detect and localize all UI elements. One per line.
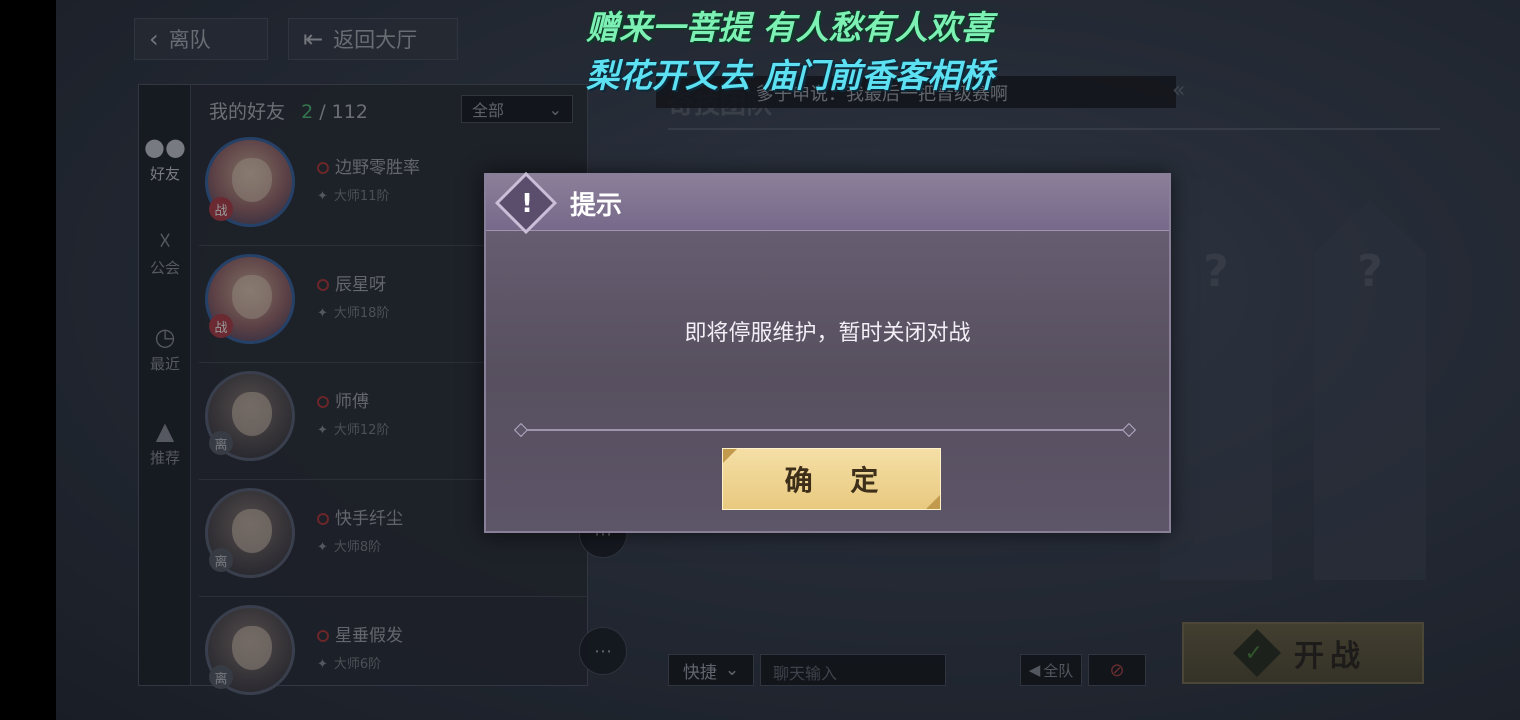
confirm-label: 确 定 [784, 464, 893, 497]
dialog-title: 提示 [570, 191, 623, 221]
lyrics-overlay: 赠来一菩提 有人愁有人欢喜 梨花开又去 庙门前香客相桥 [586, 4, 1056, 100]
confirm-button[interactable]: 确 定 [722, 448, 941, 510]
lyric-line-1: 赠来一菩提 有人愁有人欢喜 [586, 8, 994, 47]
dialog-divider [520, 429, 1130, 431]
dialog-message: 即将停服维护，暂时关闭对战 [684, 321, 971, 346]
dialog-header: ! 提示 [486, 171, 1169, 235]
notice-dialog: ! 提示 即将停服维护，暂时关闭对战 确 定 [484, 171, 1171, 533]
system-side-bar [0, 0, 56, 720]
exclamation-icon: ! [521, 189, 533, 219]
lyric-line-2: 梨花开又去 庙门前香客相桥 [586, 56, 994, 95]
game-lobby: ‹ 离队 ⇤ 返回大厅 ●● 好友 ☓ 公会 ◷ 最近 ▲ 推荐 我的好友 2 … [56, 0, 1520, 720]
